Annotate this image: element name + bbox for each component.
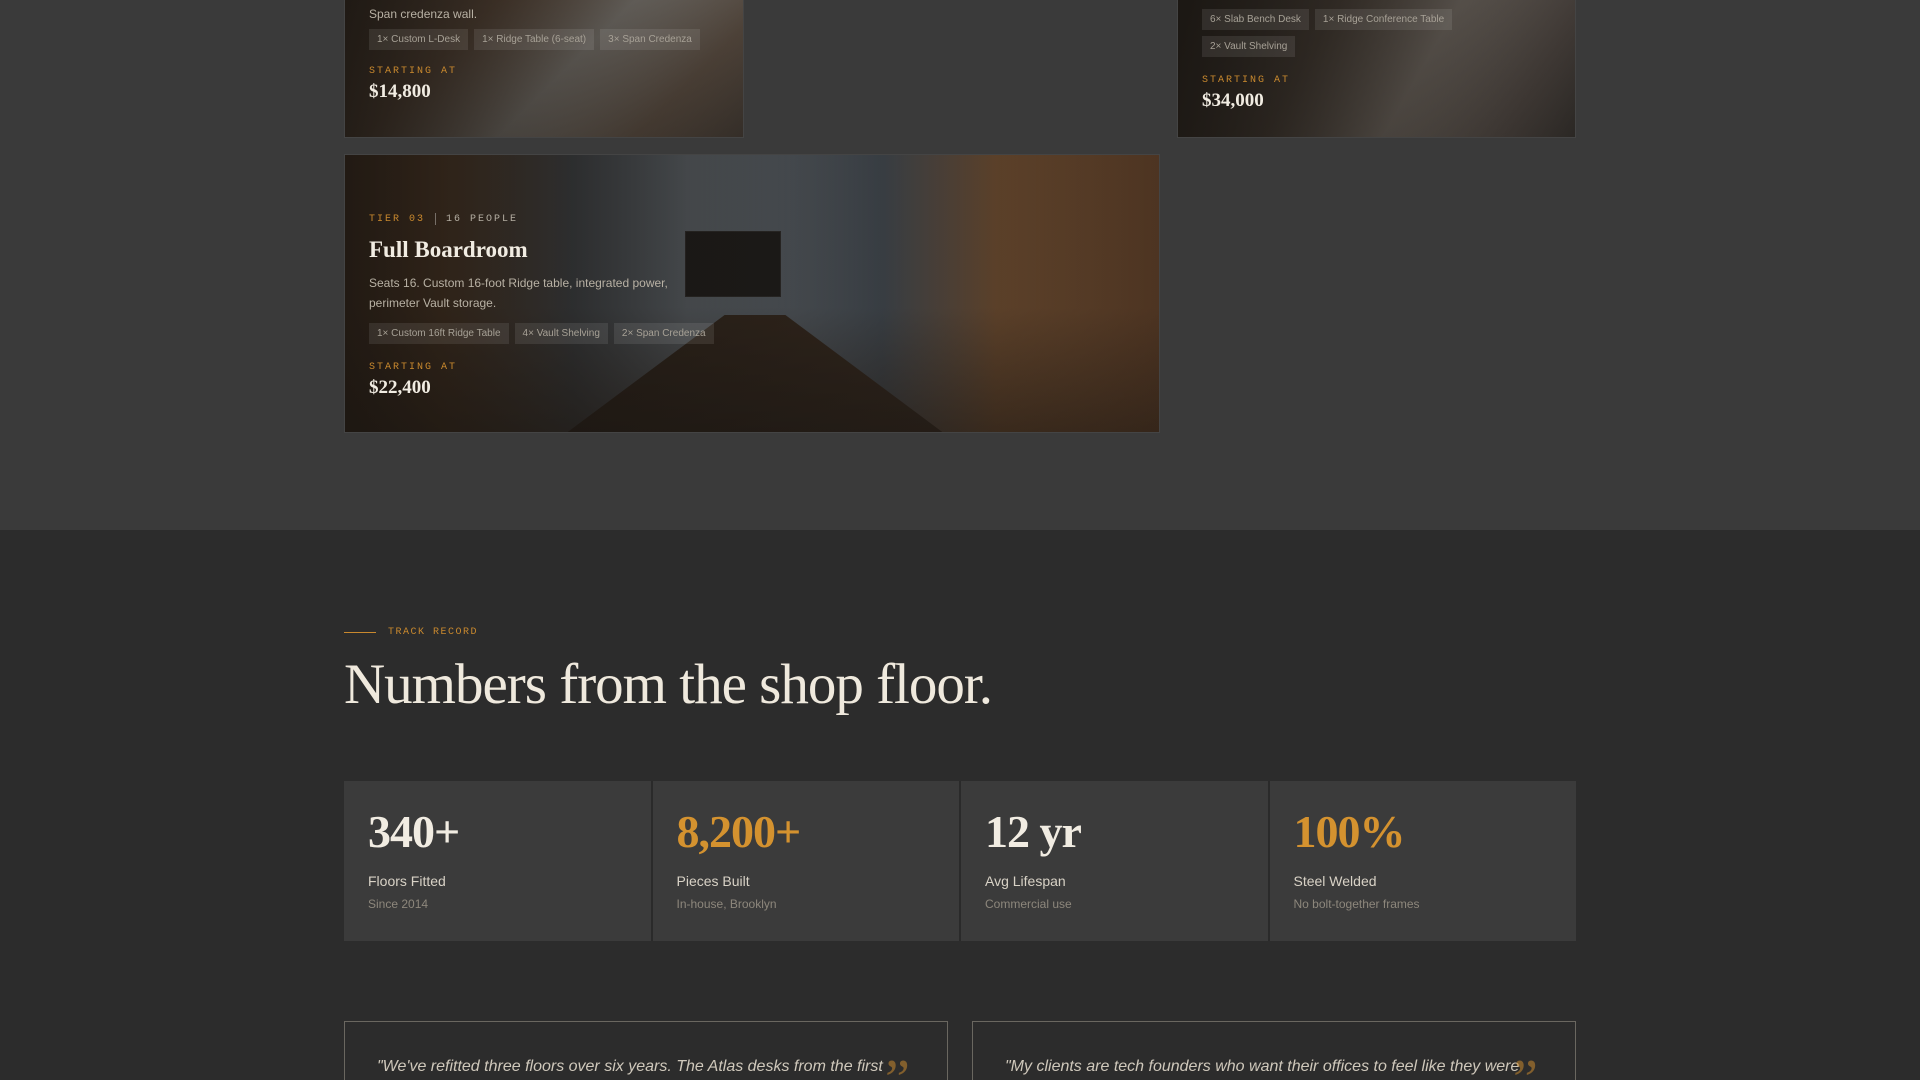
tier-label: TIER 03	[369, 213, 426, 225]
quote-mark-icon: ”	[1513, 1049, 1538, 1080]
divider	[435, 213, 437, 225]
quote-mark-icon: ”	[885, 1049, 910, 1080]
included-items: 1× Custom L-Desk 1× Ridge Table (6-seat)…	[369, 29, 719, 50]
section-title: Numbers from the shop floor.	[344, 653, 993, 716]
included-items: 1× Custom 16ft Ridge Table 4× Vault Shel…	[369, 323, 1135, 344]
stat-pieces-built: 8,200+ Pieces Built In-house, Brooklyn	[652, 781, 959, 941]
card-meta: TIER 03 16 PEOPLE	[369, 213, 1135, 225]
testimonial-text: "We've refitted three floors over six ye…	[377, 1058, 883, 1075]
starting-at-label: STARTING AT	[1202, 75, 1291, 86]
stat-steel-welded: 100% Steel Welded No bolt-together frame…	[1269, 781, 1576, 941]
package-card-full-boardroom[interactable]: TIER 03 16 PEOPLE Full Boardroom Seats 1…	[344, 154, 1160, 433]
stat-value: 12 yr	[985, 806, 1082, 857]
stat-avg-lifespan: 12 yr Avg Lifespan Commercial use	[961, 781, 1268, 941]
capacity-label: 16 PEOPLE	[446, 213, 519, 225]
stat-label: Avg Lifespan	[985, 873, 1066, 889]
stat-label: Steel Welded	[1293, 873, 1377, 889]
chip-item: 3× Span Credenza	[600, 29, 700, 50]
package-card-2[interactable]: 6× Slab Bench Desk 1× Ridge Conference T…	[1177, 0, 1576, 138]
stat-floors-fitted: 340+ Floors Fitted Since 2014	[344, 781, 651, 941]
stat-value: 340+	[368, 806, 460, 857]
card-description: Seats 16. Custom 16-foot Ridge table, in…	[369, 276, 668, 310]
eyebrow-text: TRACK RECORD	[388, 627, 479, 638]
included-items: 6× Slab Bench Desk 1× Ridge Conference T…	[1202, 9, 1502, 57]
package-card-1[interactable]: Span credenza wall. 1× Custom L-Desk 1× …	[344, 0, 744, 138]
chip-item: 1× Custom 16ft Ridge Table	[369, 323, 509, 344]
stat-label: Floors Fitted	[368, 873, 446, 889]
testimonial-card-1: "We've refitted three floors over six ye…	[344, 1021, 948, 1080]
testimonial-card-2: "My clients are tech founders who want t…	[972, 1021, 1576, 1080]
stat-value: 8,200+	[676, 806, 802, 857]
chip-item: 2× Span Credenza	[613, 323, 714, 344]
chip-item: 2× Vault Shelving	[1202, 36, 1296, 57]
starting-at-label: STARTING AT	[369, 362, 458, 373]
stat-value: 100%	[1293, 806, 1406, 857]
price: $34,000	[1202, 90, 1264, 111]
chip-item: 1× Custom L-Desk	[369, 29, 469, 50]
eyebrow-line	[344, 632, 376, 633]
starting-at-label: STARTING AT	[369, 66, 458, 77]
chip-item: 4× Vault Shelving	[514, 323, 608, 344]
stat-sub: No bolt-together frames	[1293, 897, 1420, 911]
stat-sub: Since 2014	[368, 897, 429, 911]
stat-label: Pieces Built	[676, 873, 750, 889]
chip-item: 1× Ridge Conference Table	[1314, 9, 1453, 30]
section-eyebrow: TRACK RECORD	[344, 627, 478, 638]
price: $14,800	[369, 81, 431, 102]
testimonial-text: "My clients are tech founders who want t…	[1005, 1058, 1520, 1075]
card-description: Span credenza wall.	[369, 7, 478, 21]
price: $22,400	[369, 377, 431, 398]
stat-sub: Commercial use	[985, 897, 1072, 911]
chip-item: 6× Slab Bench Desk	[1202, 9, 1309, 30]
stat-sub: In-house, Brooklyn	[676, 897, 777, 911]
chip-item: 1× Ridge Table (6-seat)	[474, 29, 595, 50]
stats-grid: 340+ Floors Fitted Since 2014 8,200+ Pie…	[344, 781, 1576, 941]
card-title: Full Boardroom	[369, 237, 528, 262]
